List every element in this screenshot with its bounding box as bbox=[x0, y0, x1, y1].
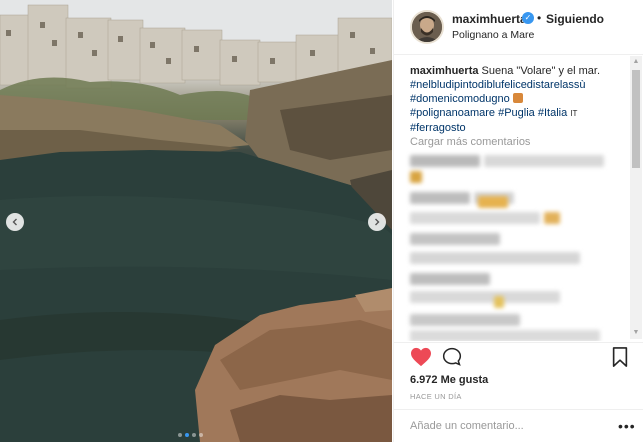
chevron-right-icon bbox=[375, 218, 380, 226]
like-button[interactable] bbox=[410, 347, 432, 370]
comment-button[interactable] bbox=[441, 347, 463, 370]
hashtag-link[interactable]: #Italia bbox=[538, 107, 567, 119]
post-caption: maximhuerta Suena "Volare" y el mar. #ne… bbox=[410, 64, 622, 135]
comment-bubble-icon bbox=[442, 347, 462, 366]
location-link[interactable]: Polignano a Mare bbox=[452, 29, 534, 41]
hashtag-link[interactable]: #nelbludipintodiblufelicedistarelassù bbox=[410, 79, 586, 91]
post-timestamp: HACE UN DÍA bbox=[410, 392, 462, 401]
header-separator: • bbox=[537, 11, 542, 25]
comments-list[interactable]: maximhuerta Suena "Volare" y el mar. #ne… bbox=[394, 56, 643, 341]
caption-username[interactable]: maximhuerta bbox=[410, 65, 478, 77]
comments-scrollbar[interactable]: ▲ ▼ bbox=[630, 56, 642, 339]
following-button[interactable]: Siguiendo bbox=[546, 12, 604, 26]
guitar-emoji-icon bbox=[512, 93, 523, 103]
scroll-thumb[interactable] bbox=[632, 70, 640, 168]
carousel-next-button[interactable] bbox=[368, 213, 386, 231]
post-photo[interactable] bbox=[0, 0, 392, 442]
carousel-indicator bbox=[178, 433, 203, 437]
post-username[interactable]: maximhuerta bbox=[452, 12, 527, 26]
scroll-down-arrow-icon[interactable]: ▼ bbox=[632, 329, 640, 337]
flag-label: IT bbox=[570, 109, 578, 118]
photo-scene bbox=[0, 0, 392, 442]
bookmark-icon bbox=[612, 347, 628, 367]
carousel-dot bbox=[178, 433, 182, 437]
save-button[interactable] bbox=[611, 347, 629, 370]
comment-input[interactable] bbox=[410, 417, 600, 435]
hashtag-link[interactable]: #ferragosto bbox=[410, 122, 466, 134]
carousel-dot-active bbox=[185, 433, 189, 437]
scroll-up-arrow-icon[interactable]: ▲ bbox=[632, 58, 640, 66]
more-options-icon[interactable]: ••• bbox=[618, 418, 636, 434]
chevron-left-icon bbox=[12, 218, 17, 226]
load-more-comments-button[interactable]: Cargar más comentarios bbox=[410, 136, 530, 148]
heart-icon bbox=[411, 347, 431, 367]
verified-badge-icon: ✓ bbox=[522, 12, 534, 24]
carousel-dot bbox=[199, 433, 203, 437]
hashtag-link[interactable]: #polignanoamare bbox=[410, 107, 495, 119]
caption-text: Suena "Volare" y el mar. bbox=[481, 65, 601, 77]
hashtag-link[interactable]: #domenicomodugno bbox=[410, 93, 510, 105]
carousel-dot bbox=[192, 433, 196, 437]
likes-count[interactable]: 6.972 Me gusta bbox=[410, 374, 488, 386]
avatar[interactable] bbox=[410, 10, 444, 44]
post-header: maximhuerta ✓ • Siguiendo Polignano a Ma… bbox=[394, 0, 643, 55]
post-actions bbox=[394, 342, 643, 374]
comment-composer: ••• bbox=[394, 409, 643, 442]
hashtag-link[interactable]: #Puglia bbox=[498, 107, 535, 119]
carousel-prev-button[interactable] bbox=[6, 213, 24, 231]
avatar-image bbox=[412, 12, 442, 42]
post-side-panel: maximhuerta ✓ • Siguiendo Polignano a Ma… bbox=[393, 0, 643, 442]
